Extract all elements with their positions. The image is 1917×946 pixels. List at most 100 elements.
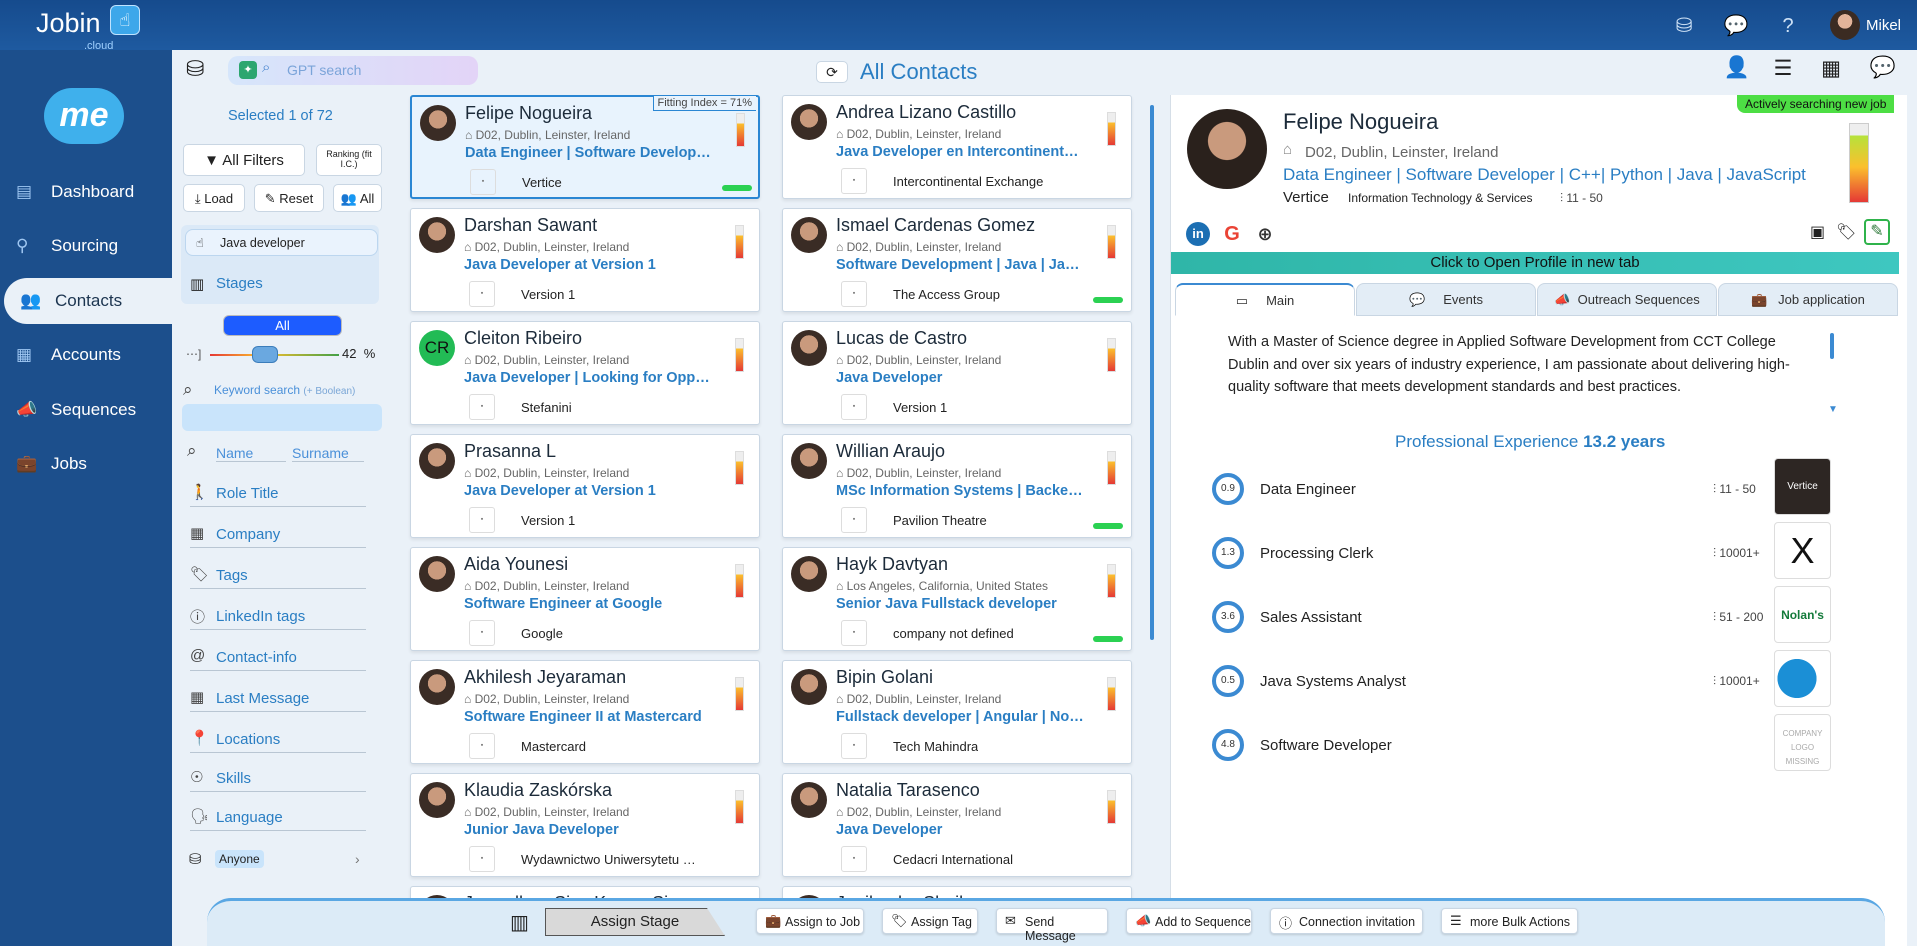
contact-company[interactable]: Vertice xyxy=(1283,189,1329,206)
contact-card[interactable]: Ismael Cardenas Gomez ⌂ D02, Dublin, Lein… xyxy=(782,208,1132,312)
linkedin-icon[interactable]: in xyxy=(1186,222,1210,246)
contact-card[interactable]: Darshan Sawant ⌂ D02, Dublin, Leinster, I… xyxy=(410,208,760,312)
location-text: D02, Dublin, Leinster, Ireland xyxy=(846,466,1002,480)
open-profile-button[interactable]: Click to Open Profile in new tab xyxy=(1171,252,1899,274)
contact-card[interactable]: Akhilesh Jeyaraman ⌂ D02, Dublin, Leinste… xyxy=(410,660,760,764)
nav-sourcing[interactable]: ⚲ Sourcing xyxy=(0,223,172,269)
about-scrollbar[interactable] xyxy=(1830,333,1834,359)
experience-years: 13.2 years xyxy=(1583,432,1666,451)
company-logo: Nolan's xyxy=(1774,586,1831,643)
contact-card[interactable]: Lucas de Castro ⌂ D02, Dublin, Leinster, … xyxy=(782,321,1132,425)
load-button[interactable]: ⤓ Load xyxy=(183,184,245,212)
nav-accounts[interactable]: ▦ Accounts xyxy=(0,332,172,378)
globe-icon[interactable]: ⊕ xyxy=(1253,222,1277,246)
experience-item[interactable]: 0.9 Data Engineer ⫶ 11 - 50 Vertice xyxy=(1208,458,1838,516)
filter-language[interactable]: 🗣 Language xyxy=(190,805,366,831)
ranking-button[interactable]: Ranking (fit I.C.) xyxy=(316,144,382,176)
user-avatar[interactable] xyxy=(1830,10,1860,40)
database-icon[interactable]: ⛁ xyxy=(1670,12,1698,40)
send-message-button[interactable]: ✉ Send Message xyxy=(996,908,1108,943)
all-button[interactable]: 👥 All xyxy=(333,184,382,212)
contact-card[interactable]: Aida Younesi ⌂ D02, Dublin, Leinster, Ire… xyxy=(410,547,760,651)
tab-outreach-sequences[interactable]: 📣 Outreach Sequences xyxy=(1537,283,1717,316)
experience-item[interactable]: 0.5 Java Systems Analyst ⫶ 10001+ xyxy=(1208,650,1838,708)
contact-card[interactable]: Prasanna L ⌂ D02, Dublin, Leinster, Irela… xyxy=(410,434,760,538)
refresh-button[interactable]: ⟳ xyxy=(816,61,848,83)
assign-stage-button[interactable]: Assign Stage xyxy=(545,908,725,936)
user-name[interactable]: Mikel xyxy=(1866,17,1901,34)
contact-headline: Data Engineer | Software Developer | C++… xyxy=(1283,165,1806,184)
jobin-logo[interactable]: Jobin .cloud ☝ xyxy=(36,5,140,52)
contact-headline: Java Developer at Version 1 xyxy=(464,483,656,499)
chat-icon: 💬 xyxy=(1409,292,1444,307)
chevron-down-icon[interactable]: ▼ xyxy=(1828,404,1838,415)
reset-button[interactable]: ✎ Reset xyxy=(254,184,324,212)
building-icon: ▦ xyxy=(190,525,205,542)
filter-linkedin-tags[interactable]: ⓘ LinkedIn tags xyxy=(190,604,366,630)
fit-gauge xyxy=(735,451,744,485)
contact-card[interactable]: Natalia Tarasenco ⌂ D02, Dublin, Leinster… xyxy=(782,773,1132,877)
experience-item[interactable]: 4.8 Software Developer COMPANY LOGO MISSIN… xyxy=(1208,714,1838,772)
nav-contacts[interactable]: 👥 Contacts xyxy=(4,278,176,324)
nav-dashboard[interactable]: ▤ Dashboard xyxy=(0,169,172,215)
nav-label: Accounts xyxy=(51,345,121,364)
nav-jobs[interactable]: 💼 Jobs xyxy=(0,441,172,487)
experience-item[interactable]: 3.6 Sales Assistant ⫶ 51 - 200 Nolan's xyxy=(1208,586,1838,644)
edit-icon[interactable]: ✎ xyxy=(1864,219,1890,245)
keyword-search-input[interactable] xyxy=(182,404,382,431)
contact-card[interactable]: Felipe Nogueira ⌂ D02, Dublin, Leinster, … xyxy=(410,95,760,199)
id-card-icon[interactable]: ▣ xyxy=(1810,222,1825,242)
contact-card[interactable]: Andrea Lizano Castillo ⌂ D02, Dublin, Lei… xyxy=(782,95,1132,199)
location-text: D02, Dublin, Leinster, Ireland xyxy=(474,353,630,367)
assign-tag-button[interactable]: 🏷 Assign Tag xyxy=(882,908,978,934)
filter-tags[interactable]: 🏷 Tags xyxy=(190,563,366,589)
filter-skills[interactable]: ☉ Skills xyxy=(190,766,366,792)
experience-item[interactable]: 1.3 Processing Clerk ⫶ 10001+ X xyxy=(1208,522,1838,580)
edit-contact-icon[interactable]: 👤 xyxy=(1722,56,1752,82)
filter-last-message[interactable]: ▦ Last Message xyxy=(190,686,366,712)
range-icon: ⋯] xyxy=(186,347,202,361)
more-bulk-actions-button[interactable]: ☰ more Bulk Actions xyxy=(1441,908,1578,934)
anyone-select[interactable]: Anyone xyxy=(215,850,264,868)
nav-sequences[interactable]: 📣 Sequences xyxy=(0,387,172,433)
filter-locations[interactable]: 📍 Locations xyxy=(190,727,366,753)
stage-chip[interactable]: ☝ Java developer xyxy=(185,229,378,256)
tab-main[interactable]: ▭ Main xyxy=(1175,283,1355,316)
card-list-scrollbar[interactable] xyxy=(1150,105,1154,640)
google-icon[interactable]: G xyxy=(1220,222,1244,246)
fit-gauge xyxy=(1107,112,1116,146)
contact-card[interactable]: CR Cleiton Ribeiro ⌂ D02, Dublin, Leinster… xyxy=(410,321,760,425)
tag-icon[interactable]: 🏷 xyxy=(1836,222,1856,242)
connection-invitation-button[interactable]: ⓘ Connection invitation xyxy=(1270,908,1423,934)
stages-label[interactable]: Stages xyxy=(216,275,263,292)
bulk-label: more Bulk Actions xyxy=(1470,915,1571,929)
tab-events[interactable]: 💬 Events xyxy=(1356,283,1536,316)
company-logo: ▪ xyxy=(841,507,867,533)
all-stages-pill[interactable]: All xyxy=(223,315,342,336)
filter-company[interactable]: ▦ Company xyxy=(190,522,366,548)
company-name: Cedacri International xyxy=(893,852,1013,867)
name-field[interactable]: Name xyxy=(216,445,286,462)
contact-card[interactable]: Klaudia Zaskórska ⌂ D02, Dublin, Leinster… xyxy=(410,773,760,877)
database-heart-icon[interactable]: ⛁ xyxy=(186,56,204,82)
comments-icon[interactable]: 💬 xyxy=(1868,56,1898,82)
chat-icon[interactable]: 💬 xyxy=(1722,12,1750,40)
help-icon[interactable]: ? xyxy=(1774,12,1802,40)
monitor-icon: ▭ xyxy=(1235,293,1267,308)
grid-view-icon[interactable]: ▦ xyxy=(1816,56,1846,82)
all-filters-button[interactable]: ▼ All Filters xyxy=(183,144,305,176)
filter-role-title[interactable]: 🚶 Role Title xyxy=(190,481,366,507)
contact-card[interactable]: Bipin Golani ⌂ D02, Dublin, Leinster, Ire… xyxy=(782,660,1132,764)
fit-slider-thumb[interactable] xyxy=(252,346,278,363)
contact-card[interactable]: Willian Araujo ⌂ D02, Dublin, Leinster, I… xyxy=(782,434,1132,538)
gpt-search-input[interactable]: ✦ ⌕ GPT search xyxy=(228,56,478,85)
contact-card[interactable]: Hayk Davtyan ⌂ Los Angeles, California, U… xyxy=(782,547,1132,651)
filter-contact-info[interactable]: @ Contact-info xyxy=(190,645,366,671)
tab-job-application[interactable]: 💼 Job application xyxy=(1718,283,1898,316)
assign-to-job-button[interactable]: 💼 Assign to Job xyxy=(756,908,864,934)
nav-label: Sourcing xyxy=(51,236,119,255)
chevron-right-icon[interactable]: › xyxy=(355,851,360,867)
list-view-icon[interactable]: ☰ xyxy=(1768,56,1798,82)
surname-field[interactable]: Surname xyxy=(292,445,364,462)
add-to-sequence-button[interactable]: 📣 Add to Sequence xyxy=(1126,908,1252,934)
